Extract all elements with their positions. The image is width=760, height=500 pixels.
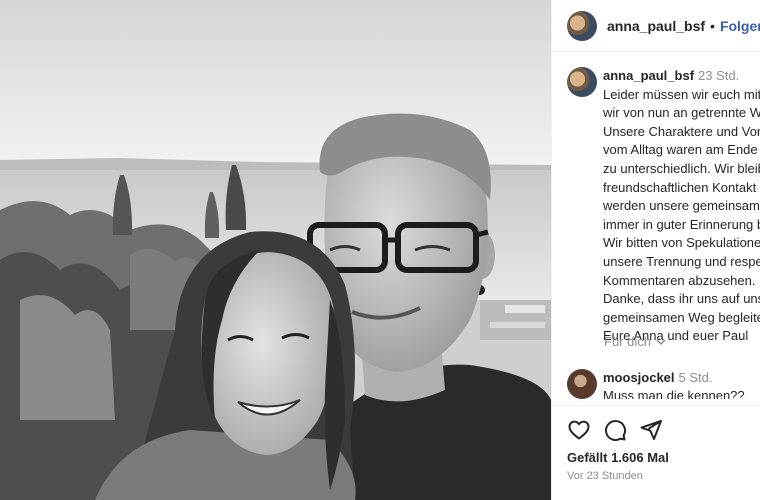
author-avatar[interactable] (567, 10, 597, 41)
caption-time: 23 Std. (698, 68, 740, 83)
translate-label: Für dich (604, 334, 651, 349)
caption-line: vom Alltag waren am Ende l (603, 142, 760, 158)
comment-time: 5 Std. (678, 370, 713, 385)
caption-line: zu unterschiedlich. Wir bleib (603, 160, 760, 176)
comment-bubble-icon[interactable] (603, 418, 627, 442)
caption-line: freundschaftlichen Kontakt u (603, 179, 760, 195)
commenter-username[interactable]: moosjockel (603, 370, 675, 385)
comment-text: Muss man die kennen?? (603, 388, 745, 399)
caption-line: Kommentaren abzusehen. (603, 272, 756, 288)
caption-line: werden unsere gemeinsame (603, 198, 760, 214)
caption-line: Danke, dass ihr uns auf unse (603, 291, 760, 307)
post-timestamp: Vor 23 Stunden (567, 470, 643, 482)
see-translation-button[interactable]: Für dich (604, 334, 667, 349)
caption-author-avatar[interactable] (567, 67, 597, 97)
commenter-avatar[interactable] (567, 369, 597, 399)
comment-body: moosjockel 5 Std. Muss man die kennen?? (603, 369, 745, 399)
instagram-post: anna_paul_bsf • Folgen anna_paul_bsf 23 S… (0, 0, 760, 500)
caption-line: Unsere Charaktere und Vors (603, 123, 760, 139)
comments-scroll-area[interactable]: anna_paul_bsf 23 Std. Leider müssen wir e… (552, 53, 760, 399)
post-header: anna_paul_bsf • Folgen (552, 0, 760, 52)
caption-line: unsere Trennung und respek (603, 253, 760, 269)
post-sidebar: anna_paul_bsf • Folgen anna_paul_bsf 23 S… (551, 0, 760, 500)
post-photo[interactable] (0, 0, 551, 500)
caption-line: wir von nun an getrennte W (603, 105, 760, 121)
selfie-photo-illustration (0, 0, 551, 500)
action-bar (567, 418, 663, 442)
caption-username[interactable]: anna_paul_bsf (603, 68, 694, 83)
heart-icon[interactable] (567, 418, 591, 442)
caption-line: gemeinsamen Weg begleitet (603, 309, 760, 325)
caption-line: Leider müssen wir euch mitt (603, 86, 760, 102)
post-actions-section: Gefällt 1.606 Mal Vor 23 Stunden (552, 405, 760, 500)
header-separator: • (710, 17, 715, 34)
like-count[interactable]: Gefällt 1.606 Mal (567, 450, 669, 465)
caption-body: anna_paul_bsf 23 Std. Leider müssen wir e… (603, 67, 760, 346)
author-username[interactable]: anna_paul_bsf (607, 18, 705, 34)
follow-button[interactable]: Folgen (720, 18, 760, 34)
caption-header: anna_paul_bsf 23 Std. (603, 67, 760, 86)
chevron-down-icon (656, 338, 666, 345)
caption-line: Wir bitten von Spekulatione (603, 235, 760, 251)
paper-plane-icon[interactable] (639, 418, 663, 442)
caption-line: immer in guter Erinnerung b (603, 216, 760, 232)
